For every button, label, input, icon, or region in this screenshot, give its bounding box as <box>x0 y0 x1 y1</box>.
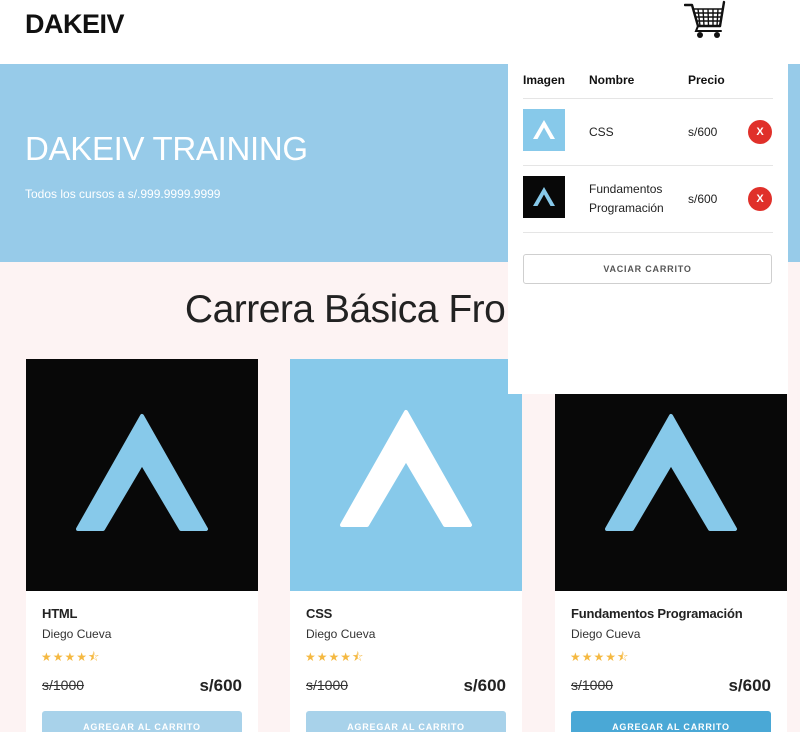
dakeiv-logo-icon <box>533 187 555 206</box>
course-card-html: HTML Diego Cueva ★★★★⯪ s/1000 s/600 AGRE… <box>26 359 258 732</box>
cart-item-image <box>523 176 565 218</box>
course-image <box>290 359 522 591</box>
old-price: s/1000 <box>42 677 85 693</box>
course-name: CSS <box>306 606 333 621</box>
cart-item-name: CSS <box>589 125 614 139</box>
cart-table-header: Imagen Nombre Precio <box>523 64 773 99</box>
dakeiv-logo-icon <box>340 410 472 527</box>
shopping-cart-icon[interactable] <box>683 0 728 40</box>
remove-item-button[interactable]: X <box>748 187 772 211</box>
course-image <box>26 359 258 591</box>
add-to-cart-button[interactable]: AGREGAR AL CARRITO <box>306 711 506 732</box>
course-author: Diego Cueva <box>42 627 112 641</box>
old-price: s/1000 <box>306 677 349 693</box>
course-author: Diego Cueva <box>571 627 641 641</box>
course-name: Fundamentos Programación <box>571 606 743 621</box>
cart-item: CSS s/600 X <box>523 99 773 166</box>
cart-item-price: s/600 <box>688 192 718 206</box>
add-to-cart-button[interactable]: AGREGAR AL CARRITO <box>571 711 771 732</box>
cart-table: Imagen Nombre Precio CSS s/600 X Fundame… <box>523 64 773 233</box>
hero-title: DAKEIV TRAINING <box>25 130 308 167</box>
add-to-cart-button[interactable]: AGREGAR AL CARRITO <box>42 711 242 732</box>
header-price: Precio <box>688 73 725 87</box>
hero-subtitle: Todos los cursos a s/.999.9999.9999 <box>25 187 221 201</box>
course-card-fundamentos: Fundamentos Programación Diego Cueva ★★★… <box>555 359 787 732</box>
rating-stars-icon: ★★★★⯪ <box>41 650 101 664</box>
header-name: Nombre <box>589 73 635 87</box>
empty-cart-button[interactable]: VACIAR CARRITO <box>523 254 772 284</box>
cart-item-name: Fundamentos Programación <box>589 182 664 215</box>
remove-item-button[interactable]: X <box>748 120 772 144</box>
cart-item: Fundamentos Programación s/600 X <box>523 166 773 233</box>
dakeiv-logo-icon <box>76 414 208 531</box>
course-name: HTML <box>42 606 78 621</box>
course-author: Diego Cueva <box>306 627 376 641</box>
course-card-css: CSS Diego Cueva ★★★★⯪ s/1000 s/600 AGREG… <box>290 359 522 732</box>
cart-item-image <box>523 109 565 151</box>
current-price: s/600 <box>728 676 771 695</box>
header-image: Imagen <box>523 73 566 87</box>
site-header: DAKEIV <box>0 0 800 64</box>
dakeiv-logo-icon <box>533 120 555 139</box>
current-price: s/600 <box>199 676 242 695</box>
rating-stars-icon: ★★★★⯪ <box>570 650 630 664</box>
cart-item-price: s/600 <box>688 125 718 139</box>
old-price: s/1000 <box>571 677 614 693</box>
rating-stars-icon: ★★★★⯪ <box>305 650 365 664</box>
current-price: s/600 <box>463 676 506 695</box>
site-logo[interactable]: DAKEIV <box>25 9 125 40</box>
cart-dropdown: Imagen Nombre Precio CSS s/600 X Fundame… <box>508 64 788 394</box>
